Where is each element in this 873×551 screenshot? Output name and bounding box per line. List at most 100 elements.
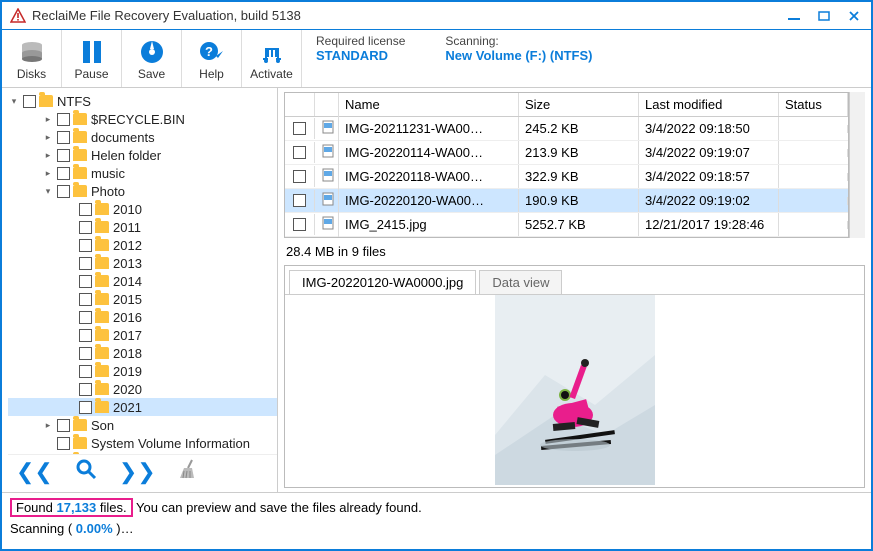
tree-item[interactable]: 2015 xyxy=(8,290,277,308)
minimize-button[interactable] xyxy=(785,9,803,23)
file-type-icon xyxy=(315,116,339,141)
expand-icon[interactable]: ▸ xyxy=(42,132,54,143)
tree-item[interactable]: System Volume Information xyxy=(8,434,277,452)
col-size[interactable]: Size xyxy=(519,93,639,116)
disks-button[interactable]: Disks xyxy=(2,30,62,87)
help-button[interactable]: ? Help xyxy=(182,30,242,87)
file-row[interactable]: IMG-20220114-WA00…213.9 KB3/4/2022 09:19… xyxy=(285,141,848,165)
folder-icon xyxy=(39,95,53,107)
file-checkbox[interactable] xyxy=(293,170,306,183)
license-box: Required license STANDARD Scanning: New … xyxy=(302,30,871,87)
activate-label: Activate xyxy=(250,67,293,81)
file-name: IMG-20211231-WA00… xyxy=(339,117,519,140)
tree-item[interactable]: ▾Photo xyxy=(8,182,277,200)
tree-checkbox[interactable] xyxy=(79,311,92,324)
file-checkbox[interactable] xyxy=(293,218,306,231)
file-modified: 3/4/2022 09:18:50 xyxy=(639,117,779,140)
col-name[interactable]: Name xyxy=(339,93,519,116)
tree-checkbox[interactable] xyxy=(79,203,92,216)
tree-item[interactable]: 2014 xyxy=(8,272,277,290)
tree-checkbox[interactable] xyxy=(57,149,70,162)
disks-icon xyxy=(19,37,45,67)
tree-checkbox[interactable] xyxy=(79,383,92,396)
file-size: 213.9 KB xyxy=(519,141,639,164)
file-checkbox[interactable] xyxy=(293,194,306,207)
tree-checkbox[interactable] xyxy=(57,437,70,450)
save-button[interactable]: Save xyxy=(122,30,182,87)
tree-checkbox[interactable] xyxy=(79,365,92,378)
file-list-scrollbar[interactable] xyxy=(849,92,865,238)
col-modified[interactable]: Last modified xyxy=(639,93,779,116)
maximize-button[interactable] xyxy=(815,9,833,23)
tree-root[interactable]: ▾NTFS xyxy=(8,92,277,110)
clear-button[interactable] xyxy=(178,458,198,486)
expand-icon[interactable]: ▾ xyxy=(42,186,54,197)
file-row[interactable]: IMG-20220120-WA00…190.9 KB3/4/2022 09:19… xyxy=(285,189,848,213)
pause-button[interactable]: Pause xyxy=(62,30,122,87)
tree-item[interactable]: 2016 xyxy=(8,308,277,326)
pause-label: Pause xyxy=(74,67,108,81)
tree-item[interactable]: ▸$RECYCLE.BIN xyxy=(8,110,277,128)
found-files-box: Found 17,133 files. xyxy=(10,498,133,517)
found-prefix: Found xyxy=(16,500,56,515)
file-checkbox[interactable] xyxy=(293,146,306,159)
file-row[interactable]: IMG-20220118-WA00…322.9 KB3/4/2022 09:18… xyxy=(285,165,848,189)
tree-checkbox[interactable] xyxy=(79,221,92,234)
next-button[interactable]: ❯❯ xyxy=(119,459,156,485)
file-modified: 3/4/2022 09:19:07 xyxy=(639,141,779,164)
activate-button[interactable]: Activate xyxy=(242,30,302,87)
tree-checkbox[interactable] xyxy=(57,113,70,126)
search-button[interactable] xyxy=(75,458,97,486)
expand-icon[interactable]: ▸ xyxy=(42,114,54,125)
tree-item[interactable]: 2019 xyxy=(8,362,277,380)
tree-item[interactable]: 2013 xyxy=(8,254,277,272)
file-type-icon xyxy=(315,212,339,237)
tree-checkbox[interactable] xyxy=(79,239,92,252)
file-summary: 28.4 MB in 9 files xyxy=(284,238,865,265)
col-status[interactable]: Status xyxy=(779,93,848,116)
tree-checkbox[interactable] xyxy=(79,275,92,288)
tree-item[interactable]: 2012 xyxy=(8,236,277,254)
tree-item[interactable]: 2018 xyxy=(8,344,277,362)
folder-tree[interactable]: ▾NTFS▸$RECYCLE.BIN▸documents▸Helen folde… xyxy=(8,92,277,454)
tree-checkbox[interactable] xyxy=(57,167,70,180)
tree-checkbox[interactable] xyxy=(57,185,70,198)
tree-checkbox[interactable] xyxy=(79,329,92,342)
tree-label: 2019 xyxy=(113,364,142,379)
save-label: Save xyxy=(138,67,165,81)
status-bar: Found 17,133 files. You can preview and … xyxy=(2,492,871,540)
file-checkbox[interactable] xyxy=(293,122,306,135)
tab-preview[interactable]: IMG-20220120-WA0000.jpg xyxy=(289,270,476,294)
file-row[interactable]: IMG_2415.jpg5252.7 KB12/21/2017 19:28:46 xyxy=(285,213,848,237)
scanning-value[interactable]: New Volume (F:) (NTFS) xyxy=(445,48,592,63)
expand-icon[interactable]: ▸ xyxy=(42,168,54,179)
svg-text:?: ? xyxy=(205,44,213,59)
file-list[interactable]: Name Size Last modified Status IMG-20211… xyxy=(284,92,849,238)
tree-checkbox[interactable] xyxy=(23,95,36,108)
file-name: IMG-20220118-WA00… xyxy=(339,165,519,188)
tree-checkbox[interactable] xyxy=(79,401,92,414)
tab-data-view[interactable]: Data view xyxy=(479,270,562,294)
tree-checkbox[interactable] xyxy=(79,347,92,360)
file-row[interactable]: IMG-20211231-WA00…245.2 KB3/4/2022 09:18… xyxy=(285,117,848,141)
expand-icon[interactable]: ▸ xyxy=(42,150,54,161)
tree-item[interactable]: ▸Son xyxy=(8,416,277,434)
prev-button[interactable]: ❮❮ xyxy=(16,459,53,485)
tree-item[interactable]: 2017 xyxy=(8,326,277,344)
tree-item[interactable]: 2021 xyxy=(8,398,277,416)
tree-item[interactable]: ▸documents xyxy=(8,128,277,146)
tree-checkbox[interactable] xyxy=(57,131,70,144)
tree-item[interactable]: ▸music xyxy=(8,164,277,182)
tree-checkbox[interactable] xyxy=(57,419,70,432)
close-button[interactable] xyxy=(845,9,863,23)
tree-item[interactable]: ▸Helen folder xyxy=(8,146,277,164)
tree-item[interactable]: 2011 xyxy=(8,218,277,236)
tree-checkbox[interactable] xyxy=(79,257,92,270)
tree-item[interactable]: 2010 xyxy=(8,200,277,218)
file-name: IMG_2415.jpg xyxy=(339,213,519,236)
tree-item[interactable]: 2020 xyxy=(8,380,277,398)
file-status xyxy=(779,197,848,205)
tree-checkbox[interactable] xyxy=(79,293,92,306)
expand-icon[interactable]: ▸ xyxy=(42,420,54,431)
expand-icon[interactable]: ▾ xyxy=(8,96,20,107)
